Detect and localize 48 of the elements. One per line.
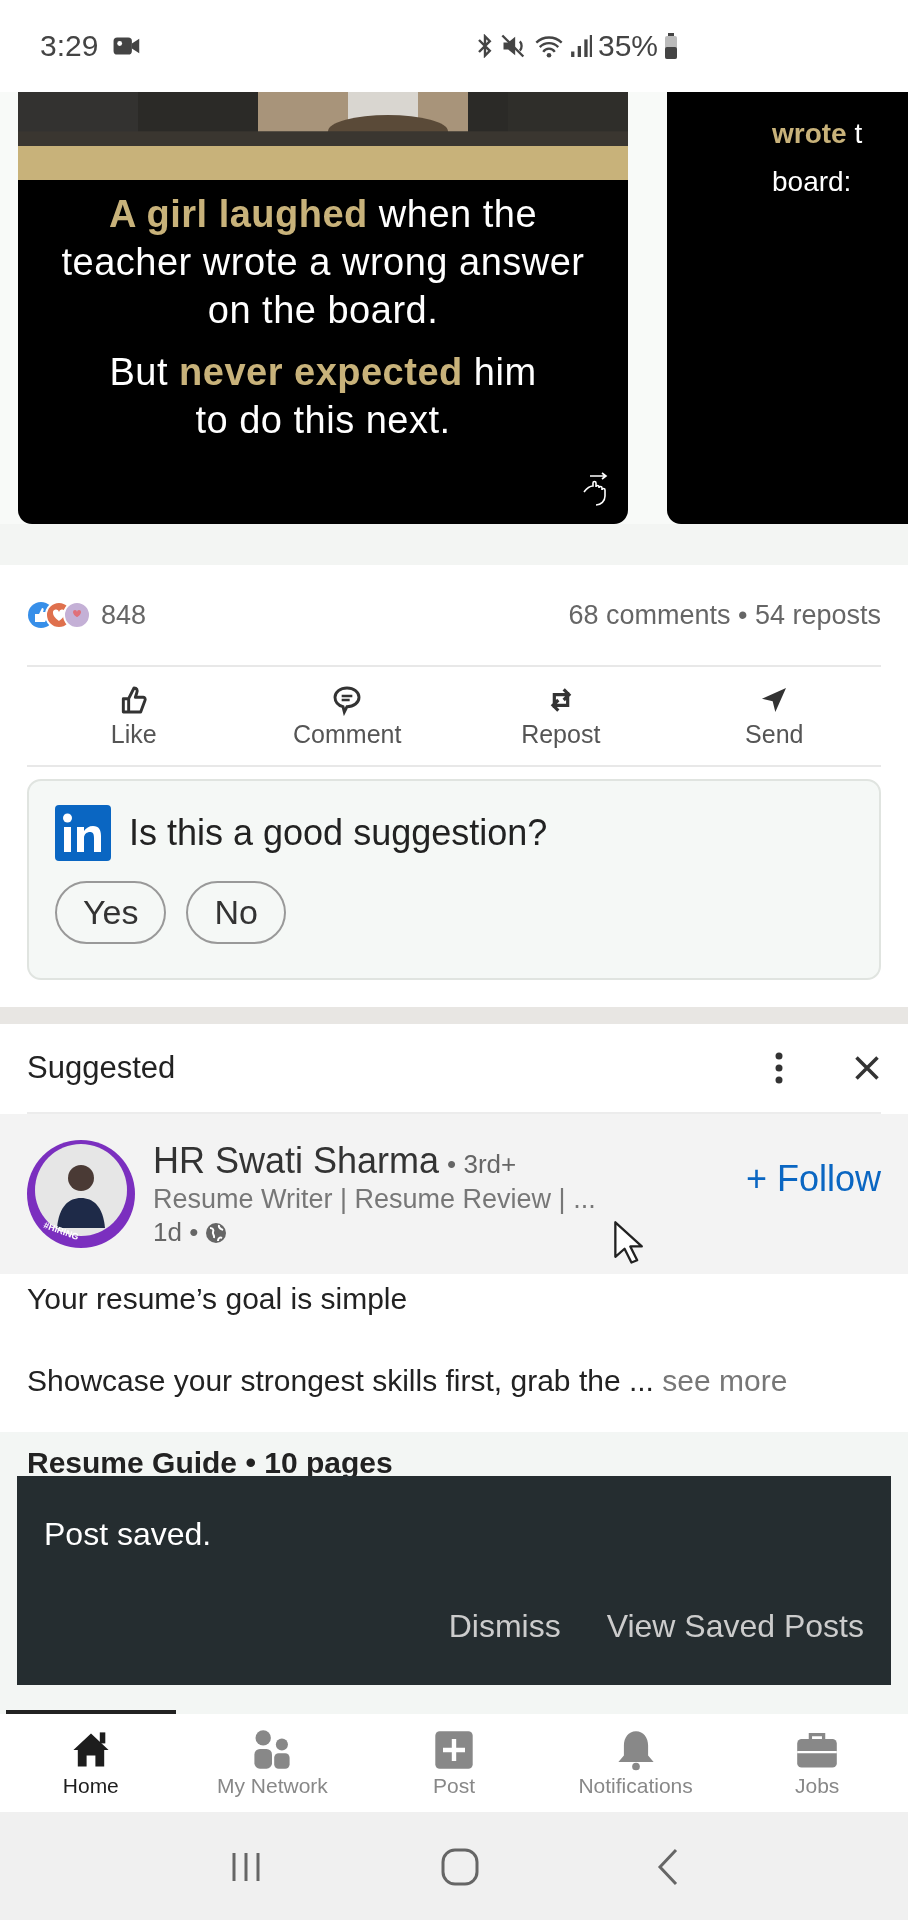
more-options-icon[interactable] [775, 1052, 783, 1084]
battery-icon [664, 32, 678, 60]
mouse-pointer-icon [612, 1220, 644, 1266]
card-text: wrote t board: [772, 117, 864, 199]
answer-button[interactable]: Yes [55, 881, 167, 944]
see-more-link[interactable]: see more [662, 1364, 788, 1397]
snackbar-action[interactable]: Dismiss [448, 1608, 561, 1645]
jobs-tab[interactable]: Jobs [732, 1728, 903, 1798]
snackbar-message: Post saved. [44, 1516, 213, 1553]
post-text: Showcase your strongest skills first, grab the ... [27, 1364, 654, 1397]
wifi-icon [533, 33, 564, 59]
author-name[interactable]: HR Swati Sharma [153, 1140, 440, 1182]
close-icon[interactable] [853, 1054, 881, 1082]
repost-button[interactable]: Repost [460, 667, 661, 765]
comments-reposts-count[interactable]: 68 comments • 54 reposts [568, 599, 881, 631]
connection-degree: • 3rd+ [447, 1149, 517, 1180]
network-tab[interactable]: My Network [187, 1728, 358, 1798]
swipe-hand-icon [580, 472, 610, 508]
card-text: A girl laughed when the teacher wrote a wrong answer on the board. [60, 192, 586, 333]
signal-icon [569, 33, 592, 59]
author-headline: Resume Writer | Resume Review | ... [153, 1184, 596, 1215]
like-button[interactable]: Like [33, 667, 234, 765]
reaction-count[interactable]: 848 [101, 599, 147, 631]
add-icon [432, 1728, 476, 1772]
home-icon[interactable] [440, 1847, 480, 1887]
answer-button[interactable]: No [186, 881, 286, 944]
snackbar-action[interactable]: View Saved Posts [606, 1608, 864, 1645]
card-text: But never expected him to do this next. [108, 350, 538, 443]
carousel-card[interactable]: wrote t board: [667, 92, 908, 524]
suggestion-question: Is this a good suggestion? [129, 812, 548, 854]
post-tab[interactable]: Post [369, 1728, 539, 1798]
carousel-card[interactable]: A girl laughed when the teacher wrote a wrong answer on the board. But never expected him to do this next. [18, 92, 628, 524]
post-text: Your resume’s goal is simple [27, 1282, 409, 1316]
logo-icon [55, 805, 111, 861]
send-button[interactable]: Send [674, 667, 875, 765]
follow-button[interactable]: + Follow [745, 1158, 881, 1200]
reaction-icons [27, 600, 91, 630]
back-icon[interactable] [656, 1847, 680, 1887]
globe-icon [204, 1220, 229, 1245]
home-tab[interactable]: Home [5, 1728, 176, 1798]
battery-percent: 35% [597, 29, 658, 63]
comment-button[interactable]: Comment [247, 667, 448, 765]
section-title: Suggested [27, 1050, 176, 1086]
person-silhouette-icon [27, 1140, 135, 1248]
post-time: 1d • [153, 1217, 199, 1248]
status-time: 3:29 [40, 29, 99, 63]
bluetooth-icon [475, 34, 494, 58]
notifications-tab[interactable]: Notifications [550, 1728, 721, 1798]
